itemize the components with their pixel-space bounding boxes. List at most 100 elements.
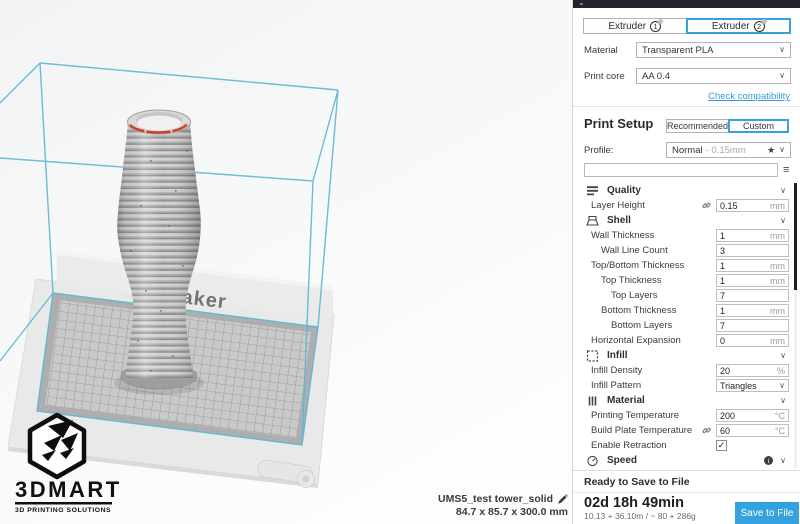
setting-row: Top Thickness 1mm [573, 273, 795, 288]
divider [573, 492, 800, 493]
star-icon[interactable]: ★ [767, 145, 775, 156]
setting-row: Wall Thickness 1mm [573, 228, 795, 243]
material-row: Material Transparent PLA ∨ [584, 42, 791, 58]
setting-label: Top Layers [591, 290, 657, 301]
settings-list: Quality∨Layer Height0.15mmShell∨Wall Thi… [573, 183, 795, 468]
edit-pencil-icon[interactable] [557, 494, 568, 505]
setting-value-box[interactable]: 0.15mm [716, 199, 789, 212]
setting-label: Bottom Thickness [591, 305, 676, 316]
model-dimensions: 84.7 x 85.7 x 300.0 mm [438, 506, 568, 519]
setting-label: Wall Thickness [591, 230, 654, 241]
profile-select[interactable]: Normal - 0.15mm ★ ∨ [666, 142, 791, 158]
setting-row: Printing Temperature 200°C [573, 408, 795, 423]
scrollbar-thumb[interactable] [794, 183, 797, 290]
info-icon[interactable]: i [764, 456, 773, 465]
setting-row: Bottom Layers 7 [573, 318, 795, 333]
quality-icon [586, 185, 599, 197]
chevron-down-icon: ∨ [779, 72, 785, 80]
link-icon [702, 426, 711, 435]
setting-label: Wall Line Count [591, 245, 668, 256]
chevron-down-icon: ∨ [779, 382, 785, 390]
setting-value-box[interactable]: 7 [716, 319, 789, 332]
setting-label: Infill Pattern [591, 380, 641, 391]
chevron-down-icon[interactable]: ∨ [780, 187, 786, 195]
setting-row: Top Layers 7 [573, 288, 795, 303]
extruder-1-number: 1 [650, 21, 661, 32]
shell-icon [586, 215, 599, 227]
settings-panel: ⌄ Extruder 1 Extruder 2 Material Tr [572, 0, 800, 524]
setting-label: Top Thickness [591, 275, 662, 286]
chevron-down-icon: ⌄ [578, 0, 585, 7]
model-info: UMS5_test tower_solid 84.7 x 85.7 x 300.… [438, 493, 568, 519]
setting-label: Build Plate Temperature [591, 425, 692, 436]
profile-label: Profile: [584, 145, 666, 156]
setting-label: Infill Density [591, 365, 642, 376]
setting-value-box[interactable]: 1mm [716, 274, 789, 287]
material-label: Material [584, 45, 636, 56]
setting-label: Bottom Layers [591, 320, 672, 331]
chevron-down-icon: ∨ [779, 46, 785, 54]
category-quality[interactable]: Quality∨ [573, 183, 795, 198]
setting-value-box[interactable]: 1mm [716, 229, 789, 242]
chevron-down-icon[interactable]: ∨ [780, 217, 786, 225]
divider [573, 106, 800, 107]
setting-row: Wall Line Count 3 [573, 243, 795, 258]
setting-row: Build Plate Temperature 60°C [573, 423, 795, 438]
chevron-down-icon: ∨ [779, 146, 785, 154]
print-setup-title: Print Setup [584, 116, 653, 131]
chevron-down-icon[interactable]: ∨ [780, 397, 786, 405]
setting-value-box[interactable]: 20% [716, 364, 789, 377]
setting-value-box[interactable]: 200°C [716, 409, 789, 422]
setting-row: Horizontal Expansion 0mm [573, 333, 795, 348]
category-infill[interactable]: Infill∨ [573, 348, 795, 363]
chevron-down-icon[interactable]: ∨ [780, 352, 786, 360]
material-icon [586, 395, 599, 407]
print-core-row: Print core AA 0.4 ∨ [584, 68, 791, 84]
setting-value-box[interactable]: 60°C [716, 424, 789, 437]
category-shell[interactable]: Shell∨ [573, 213, 795, 228]
infill-icon [586, 350, 599, 362]
setting-label: Layer Height [591, 200, 645, 211]
check-compatibility-link[interactable]: Check compatibility [708, 91, 790, 102]
link-icon [702, 201, 711, 210]
extruder-tabs: Extruder 1 Extruder 2 [583, 18, 791, 34]
setting-value-box[interactable]: 1mm [716, 304, 789, 317]
search-input[interactable] [584, 163, 778, 177]
setting-checkbox[interactable]: ✓ [716, 440, 727, 451]
extruder-2-number: 2 [754, 21, 765, 32]
setting-dropdown[interactable]: Triangles∨ [716, 379, 789, 392]
save-to-file-button[interactable]: Save to File [735, 502, 799, 524]
setting-value-box[interactable]: 3 [716, 244, 789, 257]
material-select[interactable]: Transparent PLA ∨ [636, 42, 791, 58]
setting-row: Enable Retraction ✓ [573, 438, 795, 453]
setting-row: Top/Bottom Thickness1mm [573, 258, 795, 273]
setting-label: Horizontal Expansion [591, 335, 681, 346]
chevron-down-icon[interactable]: ∨ [780, 457, 786, 465]
print-core-select[interactable]: AA 0.4 ∨ [636, 68, 791, 84]
panel-top-bar[interactable]: ⌄ [573, 0, 800, 8]
material-color-dot [762, 19, 767, 24]
setting-row: Bottom Thickness 1mm [573, 303, 795, 318]
viewport-3d[interactable]: aker [0, 0, 572, 524]
tab-extruder-2[interactable]: Extruder 2 [686, 18, 792, 34]
setting-label: Enable Retraction [591, 440, 667, 451]
category-material[interactable]: Material∨ [573, 393, 795, 408]
setting-label: Printing Temperature [591, 410, 679, 421]
tab-extruder-1[interactable]: Extruder 1 [583, 18, 687, 34]
setting-row: Layer Height 0.15mm [573, 198, 795, 213]
category-speed[interactable]: Speedi∨ [573, 453, 795, 468]
setting-value-box[interactable]: 0mm [716, 334, 789, 347]
profile-row: Profile: Normal - 0.15mm ★ ∨ [584, 142, 791, 158]
status-text: Ready to Save to File [584, 476, 800, 488]
setting-row: Infill Pattern Triangles∨ [573, 378, 795, 393]
print-core-label: Print core [584, 71, 636, 82]
filter-menu-icon[interactable]: ≡ [783, 165, 789, 176]
cura-window: aker [0, 0, 800, 524]
model-name: UMS5_test tower_solid [438, 493, 553, 506]
search-row: ≡ [584, 163, 791, 177]
mode-toggle: Recommended Custom [666, 119, 789, 133]
setting-value-box[interactable]: 7 [716, 289, 789, 302]
mode-recommended[interactable]: Recommended [666, 119, 729, 133]
mode-custom[interactable]: Custom [728, 119, 789, 133]
setting-value-box[interactable]: 1mm [716, 259, 789, 272]
